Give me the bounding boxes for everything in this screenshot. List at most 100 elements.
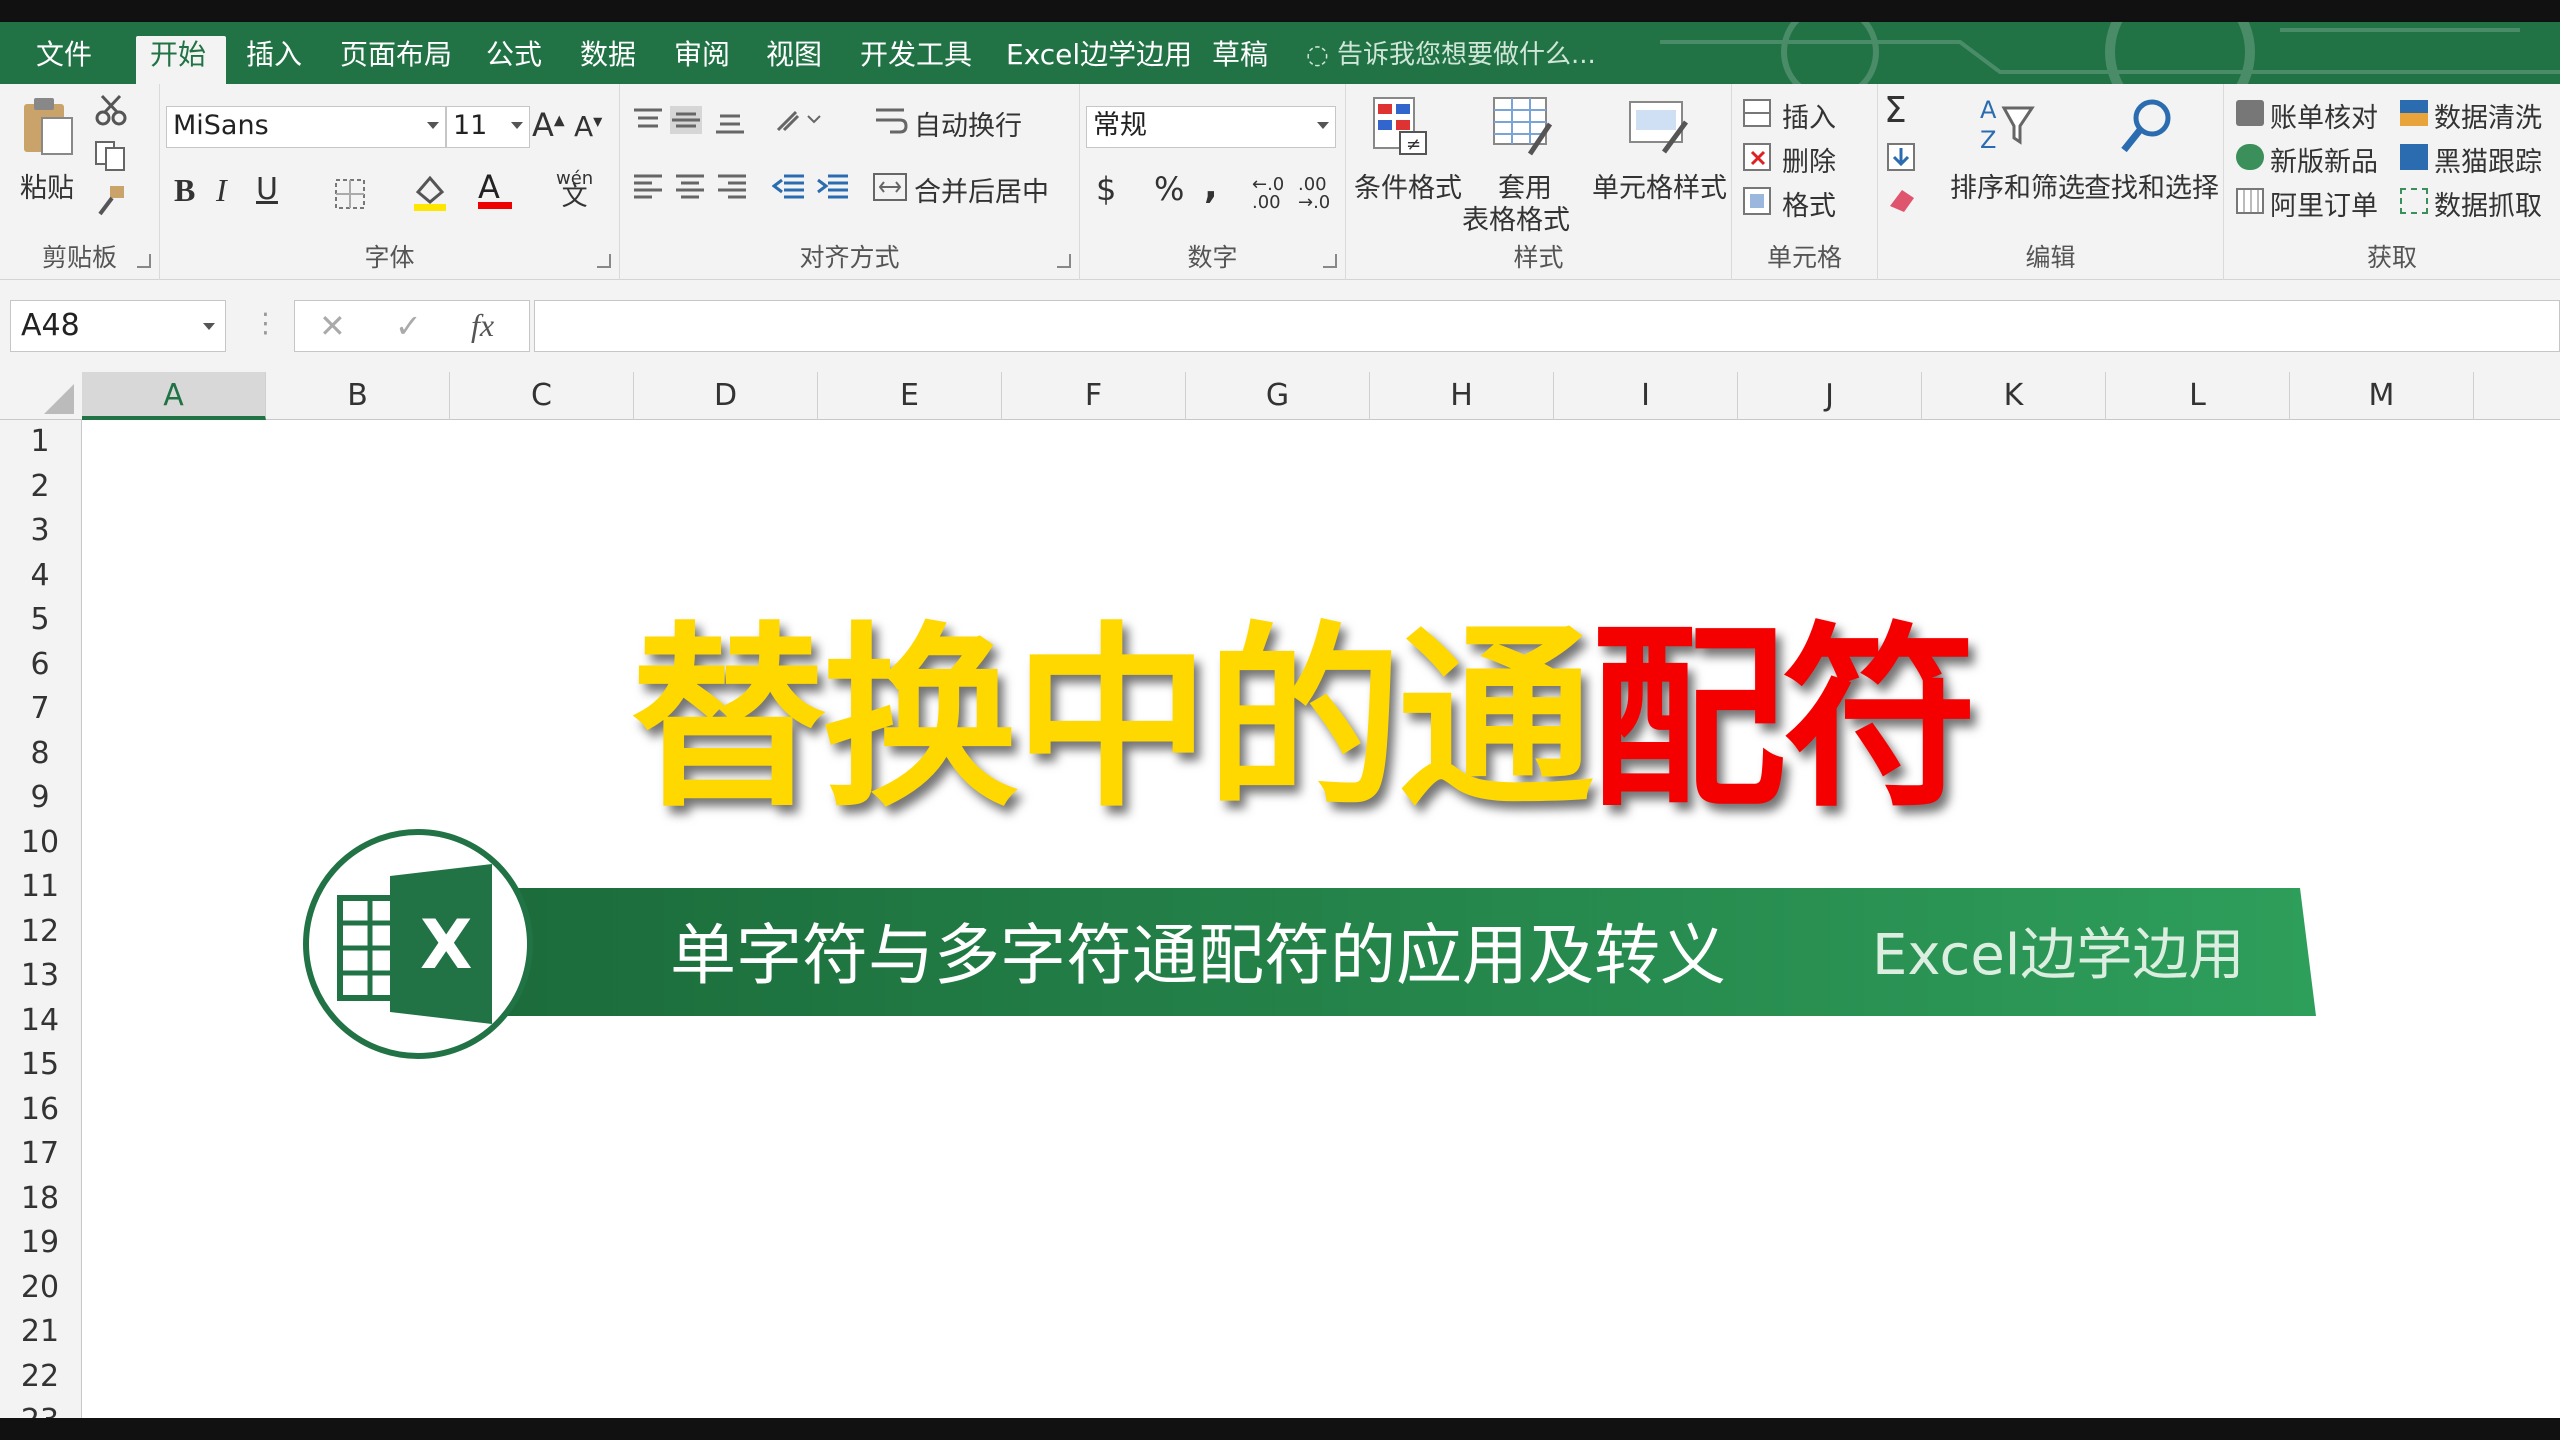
row-header[interactable]: 23: [0, 1399, 80, 1420]
column-header[interactable]: G: [1186, 372, 1370, 420]
find-select-button[interactable]: 查找和选择: [2084, 166, 2219, 205]
column-header[interactable]: C: [450, 372, 634, 420]
delete-cells-button[interactable]: 删除: [1782, 140, 1836, 179]
find-select-icon[interactable]: [2118, 94, 2178, 158]
decrease-decimal-icon[interactable]: .00 →.0: [1298, 176, 1330, 212]
row-header[interactable]: 4: [0, 554, 80, 599]
grow-font-icon[interactable]: A▲: [532, 106, 565, 144]
number-launcher[interactable]: [1323, 254, 1337, 268]
row-header[interactable]: 18: [0, 1177, 80, 1222]
align-bottom-icon[interactable]: [714, 106, 746, 134]
row-header[interactable]: 14: [0, 999, 80, 1044]
cat-track-button[interactable]: 黑猫跟踪: [2434, 140, 2542, 179]
row-header[interactable]: 11: [0, 865, 80, 910]
tab-developer[interactable]: 开发工具: [846, 36, 986, 84]
tab-home[interactable]: 开始: [136, 36, 226, 84]
row-header[interactable]: 12: [0, 910, 80, 955]
bold-button[interactable]: B: [174, 172, 195, 209]
row-header[interactable]: 13: [0, 954, 80, 999]
paste-icon[interactable]: [20, 94, 76, 158]
currency-button[interactable]: $: [1096, 170, 1116, 208]
phonetic-button[interactable]: wén 文: [556, 170, 593, 211]
wrap-text-button[interactable]: 自动换行: [914, 104, 1022, 143]
align-left-icon[interactable]: [632, 172, 664, 202]
column-header[interactable]: L: [2106, 372, 2290, 420]
column-header[interactable]: D: [634, 372, 818, 420]
column-header[interactable]: I: [1554, 372, 1738, 420]
copy-icon[interactable]: [94, 140, 128, 172]
tab-draft[interactable]: 草稿: [1198, 36, 1282, 84]
row-header[interactable]: 9: [0, 776, 80, 821]
align-center-icon[interactable]: [674, 172, 706, 202]
row-header[interactable]: 6: [0, 643, 80, 688]
align-right-icon[interactable]: [716, 172, 748, 202]
cut-icon[interactable]: [94, 94, 128, 126]
italic-button[interactable]: I: [216, 172, 227, 209]
column-header[interactable]: A: [82, 372, 266, 420]
cancel-icon[interactable]: ✕: [319, 307, 346, 345]
alignment-launcher[interactable]: [1057, 254, 1071, 268]
align-middle-icon[interactable]: [670, 106, 702, 134]
conditional-format-button[interactable]: 条件格式: [1354, 166, 1462, 205]
tab-data[interactable]: 数据: [566, 36, 650, 84]
bill-check-button[interactable]: 账单核对: [2270, 96, 2378, 135]
select-all-icon[interactable]: [40, 382, 76, 416]
row-header[interactable]: 10: [0, 821, 80, 866]
row-header[interactable]: 2: [0, 465, 80, 510]
row-header[interactable]: 1: [0, 420, 80, 465]
increase-decimal-icon[interactable]: ←.0.00: [1252, 176, 1284, 212]
column-header[interactable]: E: [818, 372, 1002, 420]
row-header[interactable]: 3: [0, 509, 80, 554]
insert-cells-button[interactable]: 插入: [1782, 96, 1836, 135]
shrink-font-icon[interactable]: A▼: [574, 110, 602, 143]
row-header[interactable]: 16: [0, 1088, 80, 1133]
row-header[interactable]: 22: [0, 1355, 80, 1400]
cell-styles-icon[interactable]: [1626, 94, 1690, 158]
merge-center-button[interactable]: 合并后居中: [914, 170, 1049, 209]
format-cells-icon[interactable]: [1742, 186, 1772, 216]
cell-styles-button[interactable]: 单元格样式: [1592, 166, 1727, 205]
sort-filter-button[interactable]: 排序和筛选: [1950, 166, 2085, 205]
font-name-select[interactable]: MiSans: [166, 106, 446, 148]
sort-filter-icon[interactable]: AZ: [1976, 94, 2036, 158]
autosum-icon[interactable]: Σ: [1884, 90, 1907, 131]
row-header[interactable]: 20: [0, 1266, 80, 1311]
wrap-text-icon[interactable]: [874, 106, 910, 136]
row-header[interactable]: 5: [0, 598, 80, 643]
tab-excel-learn[interactable]: Excel边学边用: [992, 36, 1206, 84]
borders-icon[interactable]: [334, 178, 368, 210]
row-header[interactable]: 17: [0, 1132, 80, 1177]
tab-review[interactable]: 审阅: [660, 36, 744, 84]
orientation-icon[interactable]: [774, 106, 822, 134]
decrease-indent-icon[interactable]: [772, 172, 806, 202]
row-header[interactable]: 15: [0, 1043, 80, 1088]
formula-input[interactable]: [534, 300, 2560, 352]
font-launcher[interactable]: [597, 254, 611, 268]
column-header[interactable]: K: [1922, 372, 2106, 420]
fill-color-icon[interactable]: [410, 172, 450, 212]
conditional-format-icon[interactable]: ≠: [1370, 94, 1430, 158]
tell-me-search[interactable]: ◌ 告诉我您想要做什么...: [1306, 36, 1596, 76]
new-product-button[interactable]: 新版新品: [2270, 140, 2378, 179]
comma-button[interactable]: ,: [1204, 166, 1218, 207]
enter-icon[interactable]: ✓: [395, 307, 422, 345]
tab-formulas[interactable]: 公式: [472, 36, 556, 84]
format-cells-button[interactable]: 格式: [1782, 184, 1836, 223]
font-color-button[interactable]: A: [478, 168, 512, 209]
format-as-table-icon[interactable]: [1490, 94, 1554, 158]
clear-icon[interactable]: [1886, 184, 1916, 214]
tab-view[interactable]: 视图: [752, 36, 836, 84]
data-grab-button[interactable]: 数据抓取: [2434, 184, 2542, 223]
clipboard-launcher[interactable]: [137, 254, 151, 268]
row-header[interactable]: 19: [0, 1221, 80, 1266]
percent-button[interactable]: %: [1154, 170, 1184, 208]
row-header[interactable]: 21: [0, 1310, 80, 1355]
column-header[interactable]: B: [266, 372, 450, 420]
insert-function-button[interactable]: fx: [471, 307, 494, 344]
delete-cells-icon[interactable]: [1742, 142, 1772, 172]
merge-center-icon[interactable]: [872, 172, 908, 202]
font-size-select[interactable]: 11: [446, 106, 530, 148]
column-header[interactable]: J: [1738, 372, 1922, 420]
ali-order-button[interactable]: 阿里订单: [2270, 184, 2378, 223]
insert-cells-icon[interactable]: [1742, 98, 1772, 128]
